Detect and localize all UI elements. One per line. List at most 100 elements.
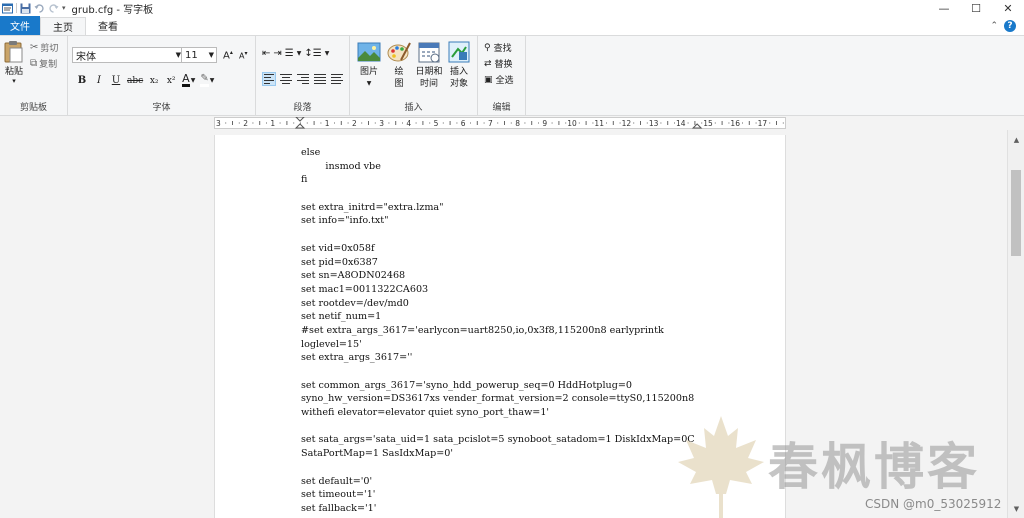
text-line[interactable] bbox=[301, 187, 695, 201]
text-line[interactable] bbox=[301, 420, 695, 434]
chevron-down-icon[interactable]: ▼ bbox=[297, 50, 302, 57]
ruler-label: 17 bbox=[758, 119, 768, 128]
ruler-tick bbox=[619, 122, 621, 124]
undo-icon[interactable] bbox=[34, 3, 45, 14]
align-right-icon[interactable] bbox=[296, 72, 310, 86]
maximize-button[interactable]: ☐ bbox=[960, 0, 992, 16]
ruler-tick bbox=[551, 122, 553, 124]
text-line[interactable]: set netif_num=1 bbox=[301, 310, 695, 324]
text-line[interactable]: set timeout='1' bbox=[301, 488, 695, 502]
font-color-button[interactable]: A ▼ bbox=[182, 73, 195, 87]
document-text[interactable]: else insmod vbe fi set extra_initrd="extra… bbox=[301, 146, 695, 516]
text-line[interactable]: else bbox=[301, 146, 695, 160]
align-left-icon[interactable] bbox=[262, 72, 276, 86]
minimize-button[interactable]: — bbox=[928, 0, 960, 16]
strikethrough-button[interactable]: abc bbox=[127, 76, 143, 86]
text-line[interactable]: set sata_args='sata_uid=1 sata_pcislot=5… bbox=[301, 433, 695, 447]
text-line[interactable] bbox=[301, 461, 695, 475]
cut-label: 剪切 bbox=[40, 44, 59, 54]
insert-picture-button[interactable]: 图片 ▼ bbox=[354, 40, 384, 90]
ruler-tick bbox=[334, 122, 335, 124]
text-line[interactable]: set common_args_3617='syno_hdd_powerup_s… bbox=[301, 379, 695, 393]
text-line[interactable]: fi bbox=[301, 173, 695, 187]
ruler-label: 12 bbox=[622, 119, 632, 128]
tab-home[interactable]: 主页 bbox=[40, 17, 86, 35]
tab-view[interactable]: 查看 bbox=[86, 16, 130, 35]
text-line[interactable]: set info="info.txt" bbox=[301, 214, 695, 228]
align-center-icon[interactable] bbox=[279, 72, 293, 86]
find-button[interactable]: ⚲ 查找 bbox=[484, 41, 512, 55]
grow-font-icon[interactable]: A▴ bbox=[223, 49, 233, 61]
insert-object-button[interactable]: 插入 对象 bbox=[444, 40, 474, 90]
clipboard-group: 粘贴 ▾ ✂ 剪切 ⧉ 复制 剪贴板 bbox=[0, 36, 68, 116]
text-line[interactable]: set rootdev=/dev/md0 bbox=[301, 297, 695, 311]
highlighter-icon: ✎ bbox=[200, 74, 209, 87]
ruler-tick bbox=[585, 121, 587, 125]
text-line[interactable]: set vid=0x058f bbox=[301, 242, 695, 256]
replace-button[interactable]: ⇄ 替换 bbox=[484, 57, 513, 71]
help-icon[interactable]: ? bbox=[1004, 19, 1016, 32]
text-line[interactable]: set pid=0x6387 bbox=[301, 256, 695, 270]
ruler-tick bbox=[402, 122, 403, 124]
insert-datetime-button[interactable]: 日期和 时间 bbox=[414, 40, 444, 90]
cut-button[interactable]: ✂ 剪切 bbox=[30, 41, 58, 54]
justify-icon[interactable] bbox=[313, 72, 327, 86]
paste-button[interactable]: 粘贴 ▾ bbox=[2, 40, 26, 85]
first-line-indent-marker[interactable] bbox=[295, 117, 305, 122]
text-line[interactable] bbox=[301, 228, 695, 242]
picture-icon bbox=[357, 42, 381, 62]
text-line[interactable]: set sn=A8ODN02468 bbox=[301, 269, 695, 283]
hanging-indent-marker[interactable] bbox=[294, 123, 306, 129]
italic-button[interactable]: I bbox=[93, 75, 105, 86]
text-line[interactable]: #set extra_args_3617='earlycon=uart8250,… bbox=[301, 324, 695, 338]
title-bar: ▾ grub.cfg - 写字板 — ☐ ✕ bbox=[0, 0, 1024, 16]
copy-button[interactable]: ⧉ 复制 bbox=[30, 57, 57, 70]
chevron-down-icon[interactable]: ▼ bbox=[325, 50, 330, 57]
collapse-ribbon-icon[interactable]: ⌃ bbox=[990, 21, 998, 31]
paste-dropdown-icon[interactable]: ▾ bbox=[2, 77, 26, 85]
ruler-label: 15 bbox=[703, 119, 713, 128]
highlight-button[interactable]: ✎ ▼ bbox=[200, 74, 214, 87]
increase-indent-icon[interactable]: ⇥ bbox=[273, 48, 281, 59]
ruler-tick bbox=[470, 122, 471, 124]
font-family-select[interactable]: 宋体 ▼ bbox=[72, 47, 184, 63]
text-line[interactable] bbox=[301, 365, 695, 379]
bold-button[interactable]: B bbox=[76, 75, 88, 86]
text-line[interactable]: withefi elevator=elevator quiet syno_por… bbox=[301, 406, 695, 420]
right-indent-marker[interactable] bbox=[691, 123, 703, 129]
decrease-indent-icon[interactable]: ⇤ bbox=[262, 48, 270, 59]
close-button[interactable]: ✕ bbox=[992, 0, 1024, 16]
text-line[interactable]: set extra_initrd="extra.lzma" bbox=[301, 201, 695, 215]
font-group: 宋体 ▼ 11 ▼ A▴ A▾ B I U abc x₂ x² A ▼ ✎ ▼ … bbox=[68, 36, 256, 116]
list-icon[interactable]: ☰ bbox=[285, 48, 294, 59]
superscript-button[interactable]: x² bbox=[165, 76, 177, 86]
text-line[interactable]: SataPortMap=1 SasIdxMap=0' bbox=[301, 447, 695, 461]
ruler-tick bbox=[347, 122, 349, 124]
edit-group-label: 编辑 bbox=[492, 103, 511, 113]
ruler-tick bbox=[415, 122, 417, 124]
tab-file[interactable]: 文件 bbox=[0, 16, 40, 35]
text-line[interactable]: set fallback='1' bbox=[301, 502, 695, 516]
ruler-tick bbox=[565, 122, 567, 124]
text-line[interactable]: loglevel=15' bbox=[301, 338, 695, 352]
text-line[interactable]: syno_hw_version=DS3617xs vender_format_v… bbox=[301, 392, 695, 406]
subscript-button[interactable]: x₂ bbox=[148, 76, 160, 86]
ruler-tick bbox=[483, 122, 485, 124]
scroll-up-icon[interactable]: ▲ bbox=[1008, 132, 1024, 147]
customize-toolbar-icon[interactable]: ▾ bbox=[62, 4, 66, 12]
paragraph-settings-icon[interactable] bbox=[330, 72, 344, 86]
text-line[interactable]: set extra_args_3617='' bbox=[301, 351, 695, 365]
chevron-down-icon: ▼ bbox=[366, 80, 372, 87]
scroll-thumb[interactable] bbox=[1011, 170, 1021, 256]
text-line[interactable]: set mac1=0011322CA603 bbox=[301, 283, 695, 297]
text-line[interactable]: insmod vbe bbox=[301, 160, 695, 174]
redo-icon[interactable] bbox=[48, 3, 59, 14]
underline-button[interactable]: U bbox=[110, 75, 122, 86]
line-spacing-icon[interactable]: ↕☰ bbox=[304, 48, 321, 59]
paint-drawing-button[interactable]: 绘图 bbox=[384, 40, 414, 90]
text-line[interactable]: set default='0' bbox=[301, 475, 695, 489]
select-all-button[interactable]: ▣ 全选 bbox=[484, 73, 514, 87]
shrink-font-icon[interactable]: A▾ bbox=[239, 50, 248, 61]
font-size-select[interactable]: 11 ▼ bbox=[181, 47, 217, 63]
save-icon[interactable] bbox=[20, 3, 31, 14]
